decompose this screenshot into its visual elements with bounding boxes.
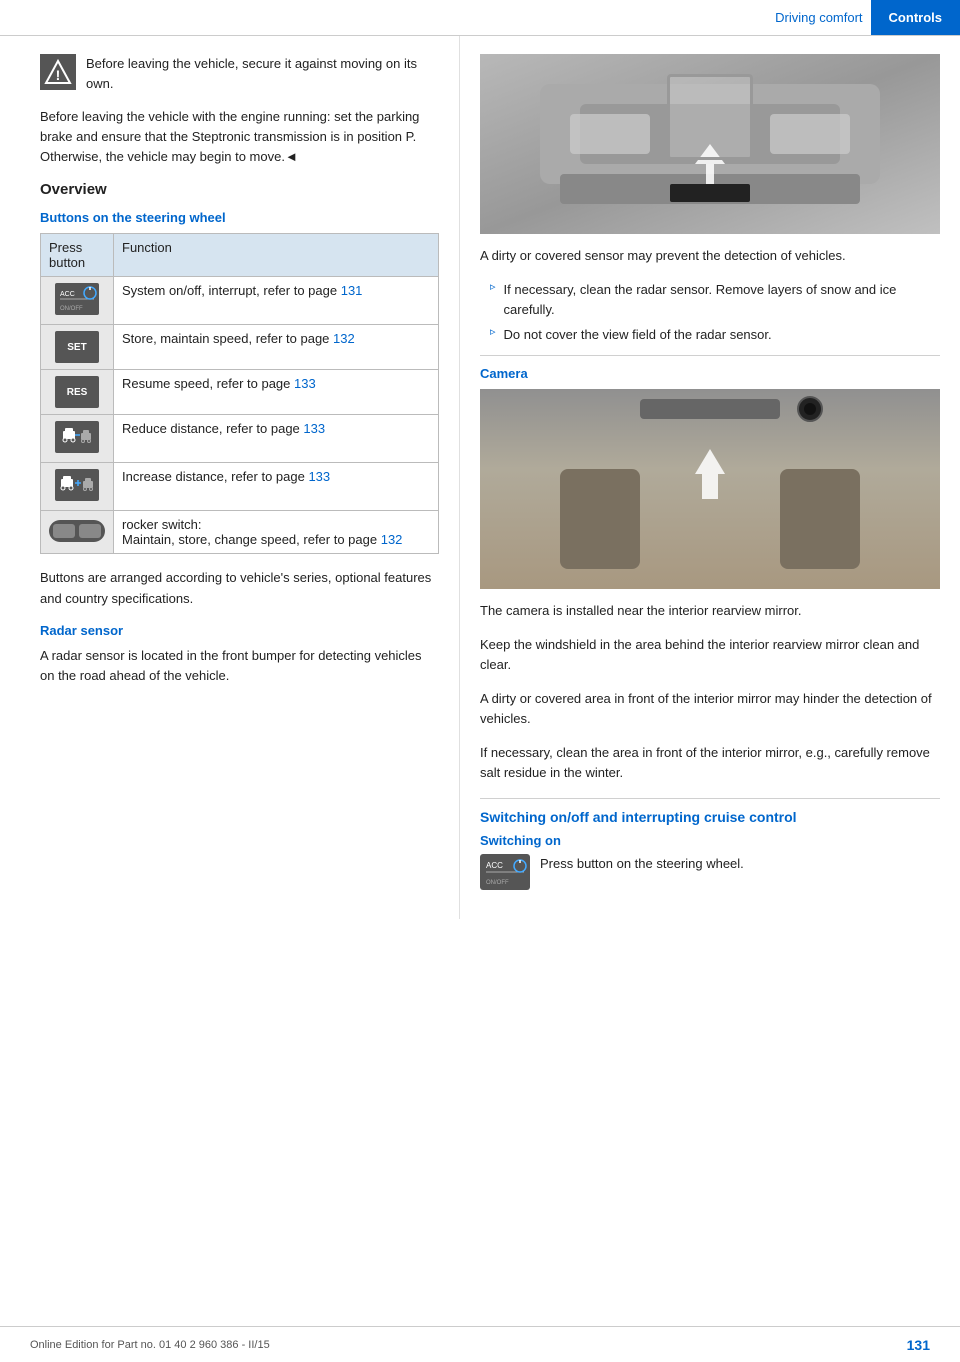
camera-text-4: If necessary, clean the area in front of… — [480, 743, 940, 783]
page-number: 131 — [907, 1337, 930, 1353]
buttons-table: Press button Function ACC ON/OFF — [40, 233, 439, 554]
table-func-6: rocker switch: Maintain, store, change s… — [114, 511, 439, 554]
svg-text:ACC: ACC — [60, 291, 75, 298]
table-func-2: Store, maintain speed, refer to page 132 — [114, 325, 439, 370]
link-page-133a[interactable]: 133 — [294, 376, 316, 391]
section-divider-2 — [480, 798, 940, 799]
set-button-icon: SET — [55, 331, 99, 363]
button-icon-dist-increase — [41, 463, 114, 511]
buttons-heading: Buttons on the steering wheel — [40, 210, 439, 225]
res-button-icon: RES — [55, 376, 99, 408]
bullet-arrow-icon: ▹ — [490, 280, 496, 293]
main-content: ! Before leaving the vehicle, secure it … — [0, 36, 960, 919]
radar-bullet-2: ▹ Do not cover the view field of the rad… — [480, 325, 940, 345]
link-page-132b[interactable]: 132 — [381, 532, 403, 547]
switching-on-text: Press button on the steering wheel. — [540, 854, 744, 874]
switching-heading: Switching on/off and interrupting cruise… — [480, 809, 940, 825]
overview-heading: Overview — [40, 181, 439, 198]
table-col1-header: Press button — [41, 234, 114, 277]
buttons-note: Buttons are arranged according to vehicl… — [40, 568, 439, 608]
switching-on-row: ACC ON/OFF Press button on the steering … — [480, 854, 940, 893]
table-row: ACC ON/OFF System on/off, interrupt, ref… — [41, 277, 439, 325]
link-page-133b[interactable]: 133 — [303, 421, 325, 436]
link-page-133c[interactable]: 133 — [308, 469, 330, 484]
table-row: Reduce distance, refer to page 133 — [41, 415, 439, 463]
warning-box: ! Before leaving the vehicle, secure it … — [40, 54, 439, 93]
link-page-132a[interactable]: 132 — [333, 331, 355, 346]
warning-icon: ! — [40, 54, 76, 90]
body-text-engine: Before leaving the vehicle with the engi… — [40, 107, 439, 167]
table-func-5: Increase distance, refer to page 133 — [114, 463, 439, 511]
button-icon-res: RES — [41, 370, 114, 415]
warning-text: Before leaving the vehicle, secure it ag… — [86, 54, 439, 93]
radar-bullet-2-text: Do not cover the view field of the radar… — [504, 325, 772, 345]
switching-on-subheading: Switching on — [480, 833, 940, 848]
table-row: Increase distance, refer to page 133 — [41, 463, 439, 511]
button-icon-dist-reduce — [41, 415, 114, 463]
header-section-label: Driving comfort — [775, 10, 870, 25]
camera-text-1: The camera is installed near the interio… — [480, 601, 940, 621]
bullet-arrow-icon: ▹ — [490, 325, 496, 338]
table-col2-header: Function — [114, 234, 439, 277]
footer-right: 131 — [907, 1337, 930, 1353]
camera-text-3: A dirty or covered area in front of the … — [480, 689, 940, 729]
page-header: Driving comfort Controls — [0, 0, 960, 36]
radar-sensor-image — [480, 54, 940, 234]
table-func-3: Resume speed, refer to page 133 — [114, 370, 439, 415]
header-tab-controls: Controls — [871, 0, 960, 35]
button-icon-cc-onoff: ACC ON/OFF — [41, 277, 114, 325]
camera-heading: Camera — [480, 366, 940, 381]
table-row: RES Resume speed, refer to page 133 — [41, 370, 439, 415]
svg-text:ACC: ACC — [486, 861, 503, 870]
svg-text:ON/OFF: ON/OFF — [60, 306, 83, 312]
page-footer: Online Edition for Part no. 01 40 2 960 … — [0, 1326, 960, 1362]
radar-heading: Radar sensor — [40, 623, 439, 638]
table-row: rocker switch: Maintain, store, change s… — [41, 511, 439, 554]
radar-caption: A dirty or covered sensor may prevent th… — [480, 246, 940, 266]
button-icon-set: SET — [41, 325, 114, 370]
button-icon-rocker — [41, 511, 114, 554]
right-column: A dirty or covered sensor may prevent th… — [460, 36, 960, 919]
table-row: SET Store, maintain speed, refer to page… — [41, 325, 439, 370]
switching-on-icon: ACC ON/OFF — [480, 854, 530, 893]
radar-bullet-1-text: If necessary, clean the radar sensor. Re… — [504, 280, 940, 319]
link-page-131a[interactable]: 131 — [341, 283, 363, 298]
footer-text: Online Edition for Part no. 01 40 2 960 … — [30, 1339, 270, 1351]
table-func-4: Reduce distance, refer to page 133 — [114, 415, 439, 463]
table-func-1: System on/off, interrupt, refer to page … — [114, 277, 439, 325]
svg-text:ON/OFF: ON/OFF — [486, 880, 509, 886]
camera-text-2: Keep the windshield in the area behind t… — [480, 635, 940, 675]
section-divider — [480, 355, 940, 356]
camera-image — [480, 389, 940, 589]
radar-text: A radar sensor is located in the front b… — [40, 646, 439, 686]
radar-bullet-1: ▹ If necessary, clean the radar sensor. … — [480, 280, 940, 319]
left-column: ! Before leaving the vehicle, secure it … — [0, 36, 460, 919]
svg-text:!: ! — [56, 67, 61, 83]
